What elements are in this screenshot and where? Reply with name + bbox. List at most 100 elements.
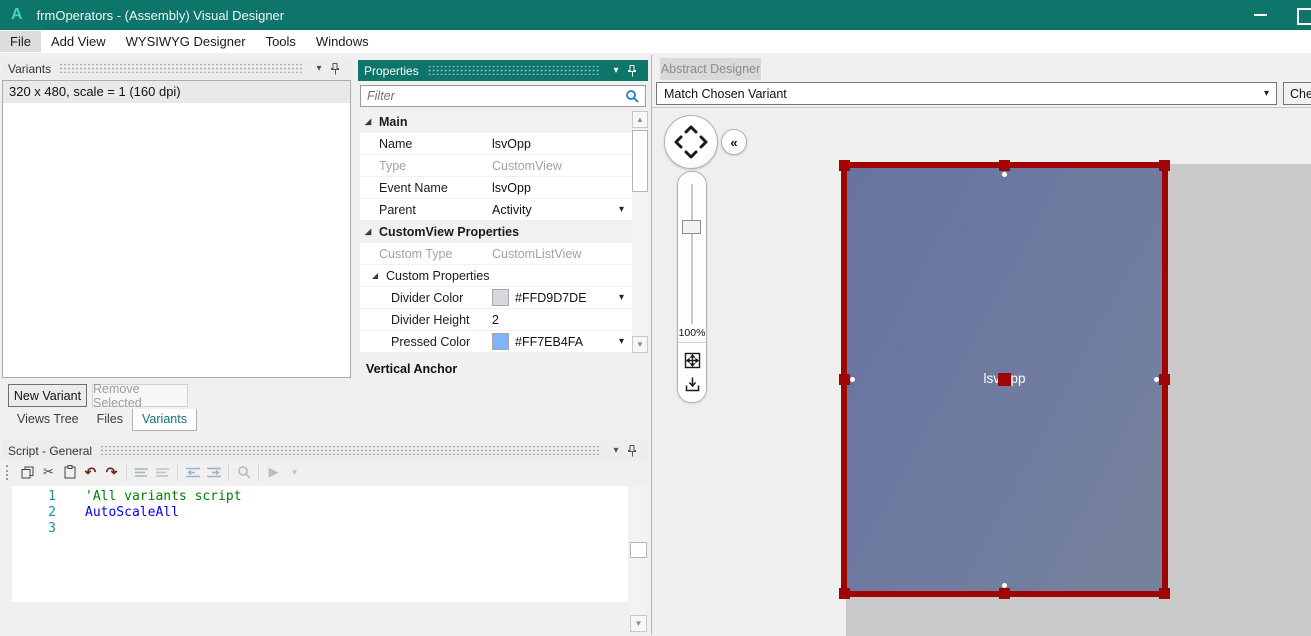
property-row[interactable]: Custom Type CustomListView [360, 243, 632, 265]
search-icon[interactable] [233, 463, 254, 481]
outdent-icon[interactable] [182, 463, 203, 481]
property-row[interactable]: ◢ Custom Properties [360, 265, 632, 287]
search-icon[interactable] [625, 89, 639, 103]
dropdown-arrow-icon[interactable]: ▾ [619, 336, 624, 347]
line-number: 1 [48, 489, 56, 504]
property-value[interactable]: lsvOpp [492, 137, 630, 151]
resize-handle-sw[interactable] [839, 588, 850, 599]
redo-icon[interactable]: ↷ [101, 463, 122, 481]
gather-views-button[interactable] [682, 374, 702, 394]
minimize-button[interactable] [1254, 14, 1267, 16]
resize-handle-ne[interactable] [1159, 160, 1170, 171]
chevron-down-icon[interactable]: ▾ [608, 445, 624, 456]
scroll-down-icon[interactable]: ▼ [632, 336, 648, 353]
run-icon[interactable]: ▶ [263, 463, 284, 481]
code-line[interactable]: 1 'All variants script [12, 489, 628, 505]
new-variant-button[interactable]: New Variant [8, 384, 87, 407]
property-value[interactable]: Activity ▾ [492, 203, 630, 217]
designer-canvas[interactable]: « 100% lsvOpp [652, 107, 1311, 636]
scrollbar-thumb[interactable] [630, 542, 647, 558]
scrollbar-thumb[interactable] [632, 130, 648, 192]
property-value[interactable]: 2 [492, 313, 630, 327]
scroll-up-icon[interactable]: ▲ [632, 111, 648, 128]
property-row[interactable]: Divider Height 2 [360, 309, 632, 331]
pin-icon[interactable] [628, 444, 644, 457]
maximize-button[interactable] [1297, 8, 1311, 25]
remove-selected-button[interactable]: Remove Selected [92, 382, 188, 410]
resize-handle-se[interactable] [1159, 588, 1170, 599]
pin-icon[interactable] [331, 62, 347, 75]
comment-icon[interactable] [131, 463, 152, 481]
script-code-editor[interactable]: 1 'All variants script 2 AutoScaleAll 3 [12, 486, 628, 602]
expander-icon[interactable]: ◢ [372, 271, 382, 280]
code-line[interactable]: 3 [12, 521, 628, 537]
color-swatch [492, 289, 509, 306]
cut-icon[interactable]: ✂ [38, 463, 59, 481]
property-row[interactable]: Divider Color #FFD9D7DE ▾ [360, 287, 632, 309]
scroll-down-icon[interactable]: ▼ [630, 615, 647, 632]
combobox-value: Match Chosen Variant [664, 86, 787, 101]
resize-handle-n[interactable] [999, 160, 1010, 171]
property-value[interactable]: #FFD9D7DE ▾ [492, 289, 630, 306]
anchor-dot-bottom [1002, 583, 1007, 588]
menu-item-windows[interactable]: Windows [306, 31, 379, 52]
pan-navigation-pad[interactable] [664, 115, 718, 169]
property-value[interactable]: #FF7EB4FA ▾ [492, 333, 630, 350]
property-section-row[interactable]: ◢ Main [360, 111, 632, 133]
property-row[interactable]: Parent Activity ▾ [360, 199, 632, 221]
chevron-down-icon[interactable]: ▾ [311, 63, 327, 74]
chevron-down-icon[interactable]: ▾ [608, 65, 624, 76]
menu-item-file[interactable]: File [0, 31, 41, 52]
properties-scrollbar[interactable]: ▲ ▼ [632, 111, 648, 353]
toolbar-separator [258, 463, 259, 481]
property-row[interactable]: Event Name lsvOpp [360, 177, 632, 199]
zoom-slider[interactable]: 100% [677, 171, 707, 403]
toolbar-overflow-icon[interactable]: ▾ [284, 463, 305, 481]
property-value[interactable]: CustomView [492, 159, 630, 173]
property-label: Main [379, 114, 408, 129]
property-row[interactable]: Pressed Color #FF7EB4FA ▾ [360, 331, 632, 353]
property-label: Custom Type [379, 246, 453, 261]
variant-list-item[interactable]: 320 x 480, scale = 1 (160 dpi) [3, 81, 350, 103]
move-handle-center[interactable] [998, 373, 1011, 386]
paste-icon[interactable] [59, 463, 80, 481]
resize-handle-s[interactable] [999, 588, 1010, 599]
dropdown-arrow-icon[interactable]: ▾ [619, 292, 624, 303]
zoom-slider-thumb[interactable] [682, 220, 701, 234]
code-line[interactable]: 2 AutoScaleAll [12, 505, 628, 521]
menu-item-tools[interactable]: Tools [256, 31, 306, 52]
dropdown-arrow-icon[interactable]: ▾ [619, 204, 624, 215]
selected-view-lsvopp[interactable]: lsvOpp [839, 160, 1170, 599]
zoom-slider-track[interactable] [691, 184, 693, 324]
toolbar-grip[interactable] [6, 464, 11, 480]
property-row[interactable]: Type CustomView [360, 155, 632, 177]
script-scrollbar[interactable]: ▼ [630, 486, 647, 632]
property-filter-input[interactable] [361, 89, 625, 103]
collapse-panel-button[interactable]: « [721, 129, 747, 155]
properties-panel-header: Properties ▾ [358, 60, 648, 81]
variant-match-combobox[interactable]: Match Chosen Variant ▾ [656, 82, 1277, 105]
menu-item-wysiwyg-designer[interactable]: WYSIWYG Designer [116, 31, 256, 52]
script-panel-header: Script - General ▾ [2, 440, 648, 461]
undo-icon[interactable]: ↶ [80, 463, 101, 481]
indent-icon[interactable] [203, 463, 224, 481]
menu-item-add-view[interactable]: Add View [41, 31, 116, 52]
script-toolbar: ✂ ↶ ↷ ▶ ▾ [2, 461, 648, 483]
fit-view-button[interactable] [682, 350, 702, 370]
property-value[interactable]: CustomListView [492, 247, 630, 261]
property-value-text: lsvOpp [492, 180, 531, 195]
tab-abstract-designer[interactable]: Abstract Designer [660, 58, 761, 80]
copy-icon[interactable] [17, 463, 38, 481]
expander-icon[interactable]: ◢ [365, 117, 375, 126]
check-button[interactable]: Check [1283, 82, 1311, 105]
resize-handle-nw[interactable] [839, 160, 850, 171]
tab-variants[interactable]: Variants [132, 409, 197, 431]
tab-views-tree[interactable]: Views Tree [8, 409, 88, 430]
tab-files[interactable]: Files [88, 409, 132, 430]
uncomment-icon[interactable] [152, 463, 173, 481]
property-value[interactable]: lsvOpp [492, 181, 630, 195]
expander-icon[interactable]: ◢ [365, 227, 375, 236]
pin-icon[interactable] [628, 64, 644, 77]
property-row[interactable]: Name lsvOpp [360, 133, 632, 155]
property-section-row[interactable]: ◢ CustomView Properties [360, 221, 632, 243]
